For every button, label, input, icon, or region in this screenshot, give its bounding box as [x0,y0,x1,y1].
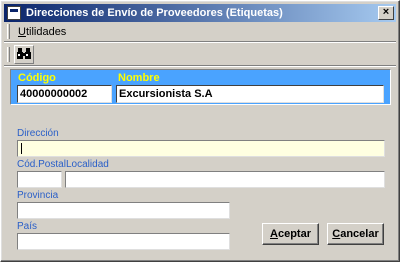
cancelar-label: ancelar [340,228,379,240]
aceptar-hotkey: A [270,228,278,240]
title-bar: Direcciones de Envío de Proveedores (Eti… [4,4,396,22]
toolbar-separator [4,65,396,67]
menu-utilidades-hotkey: U [18,25,26,38]
provincia-field[interactable] [17,202,230,219]
direccion-field[interactable] [17,140,385,157]
localidad-label: Localidad [66,159,109,170]
close-button[interactable]: × [378,6,394,20]
cancelar-button[interactable]: Cancelar [327,223,384,245]
toolbar [4,43,396,65]
cod-postal-label: Cód.Postal [17,159,66,170]
nombre-label: Nombre [118,72,160,84]
toolbar-grip [7,46,10,62]
cancelar-hotkey: C [332,228,341,240]
dialog-window: Direcciones de Envío de Proveedores (Eti… [0,0,400,262]
binoculars-icon [17,48,31,59]
cod-postal-field[interactable] [17,171,62,188]
text-caret [21,143,22,154]
aceptar-button[interactable]: Aceptar [262,223,319,245]
direccion-label: Dirección [17,128,59,139]
nombre-field[interactable]: Excursionista S.A [116,85,384,103]
provincia-label: Provincia [17,190,59,201]
window-title: Direcciones de Envío de Proveedores (Eti… [26,7,283,19]
menu-bar: Utilidades [4,22,396,41]
menu-utilidades-label: tilidades [25,25,67,38]
pais-label: País [17,221,38,232]
codigo-field[interactable]: 40000000002 [17,85,112,103]
aceptar-label: ceptar [277,228,311,240]
supplier-header-panel: Código Nombre 40000000002 Excursionista … [10,69,391,105]
codigo-label: Código [18,72,56,84]
localidad-field[interactable] [65,171,385,188]
menu-grip [7,24,10,39]
menu-utilidades[interactable]: Utilidades [14,25,70,39]
pais-field[interactable] [17,233,230,250]
search-button[interactable] [14,44,34,64]
window-icon [7,6,21,20]
